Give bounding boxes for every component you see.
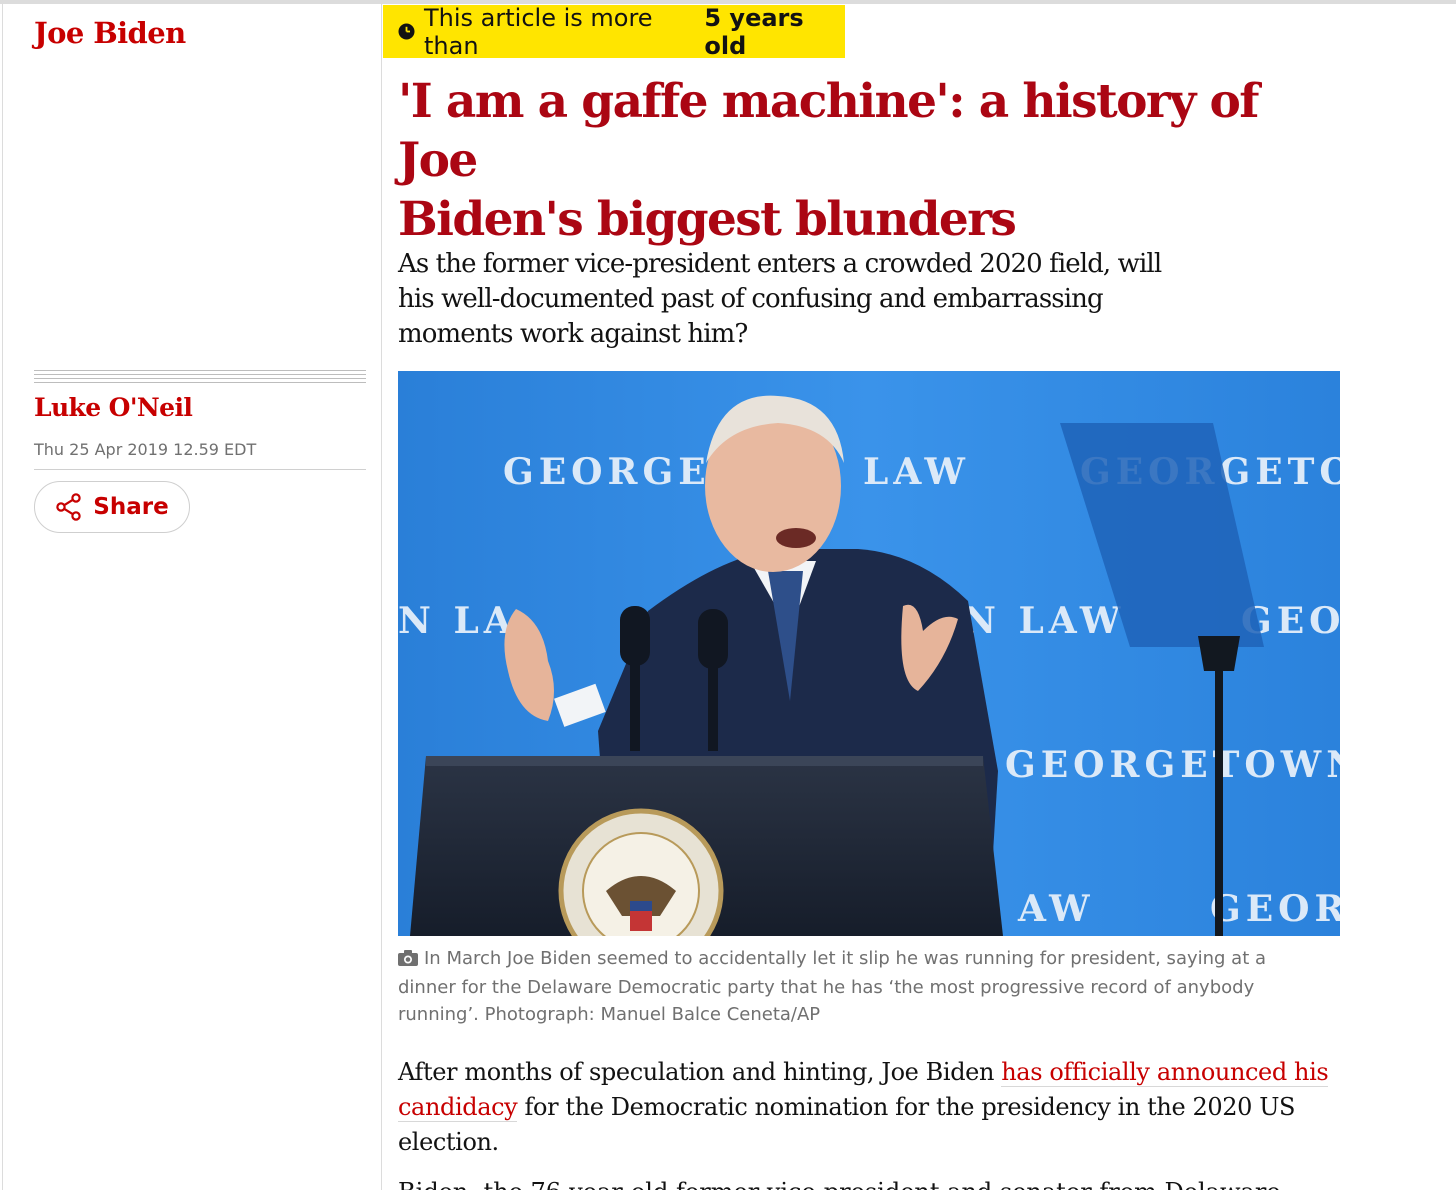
badge-prefix: This article is more than — [424, 3, 653, 60]
backdrop-text-9: GEOR — [1210, 888, 1340, 930]
publish-date: Thu 25 Apr 2019 12.59 EDT — [34, 440, 257, 459]
share-label: Share — [93, 494, 169, 520]
section-link-joe-biden[interactable]: Joe Biden — [34, 16, 186, 50]
backdrop-text-5: N LAW — [963, 600, 1125, 642]
standfirst: As the former vice-president enters a cr… — [398, 249, 1162, 349]
backdrop-text-7: GEORGETOWN — [1005, 744, 1340, 786]
article-age-badge: This article is more than 5 years old — [383, 3, 845, 60]
share-icon — [55, 493, 83, 521]
backdrop-text-4: N LA — [398, 600, 517, 642]
headline: 'I am a gaffe machine': a history of Joe… — [398, 72, 1338, 249]
meta-rules — [34, 370, 366, 386]
headline-line-2: Biden's biggest blunders — [398, 192, 1017, 247]
paragraph-text-end: for the Democratic nomination for the pr… — [398, 1093, 1296, 1156]
main-photo: GEORGE LAW GEORGETO N LA N LAW GEO GEORG… — [398, 371, 1340, 936]
backdrop-text-8: AW — [1017, 888, 1095, 930]
left-border — [2, 0, 3, 1190]
share-button[interactable]: Share — [34, 481, 190, 533]
meta-divider — [34, 469, 366, 470]
photo-caption: In March Joe Biden seemed to accidentall… — [398, 945, 1318, 1028]
camera-icon — [398, 947, 418, 974]
article-paragraph-2: Biden, the 76-year-old former vice-presi… — [398, 1175, 1333, 1190]
caption-text: In March Joe Biden seemed to accidentall… — [398, 948, 1267, 1025]
column-divider — [381, 0, 382, 1190]
article-paragraph-1: After months of speculation and hinting,… — [398, 1055, 1333, 1160]
clock-icon — [398, 23, 415, 40]
badge-emphasis: 5 years old — [704, 3, 804, 60]
backdrop-text-1: GEORGE — [503, 451, 711, 493]
article-paragraph-2-clipped: Biden, the 76-year-old former vice-presi… — [398, 1175, 1333, 1190]
backdrop-text-2: LAW — [863, 451, 970, 493]
paragraph-text-start: After months of speculation and hinting,… — [398, 1058, 1002, 1086]
author-byline-link[interactable]: Luke O'Neil — [34, 393, 193, 422]
headline-line-1: 'I am a gaffe machine': a history of Joe — [398, 74, 1259, 188]
